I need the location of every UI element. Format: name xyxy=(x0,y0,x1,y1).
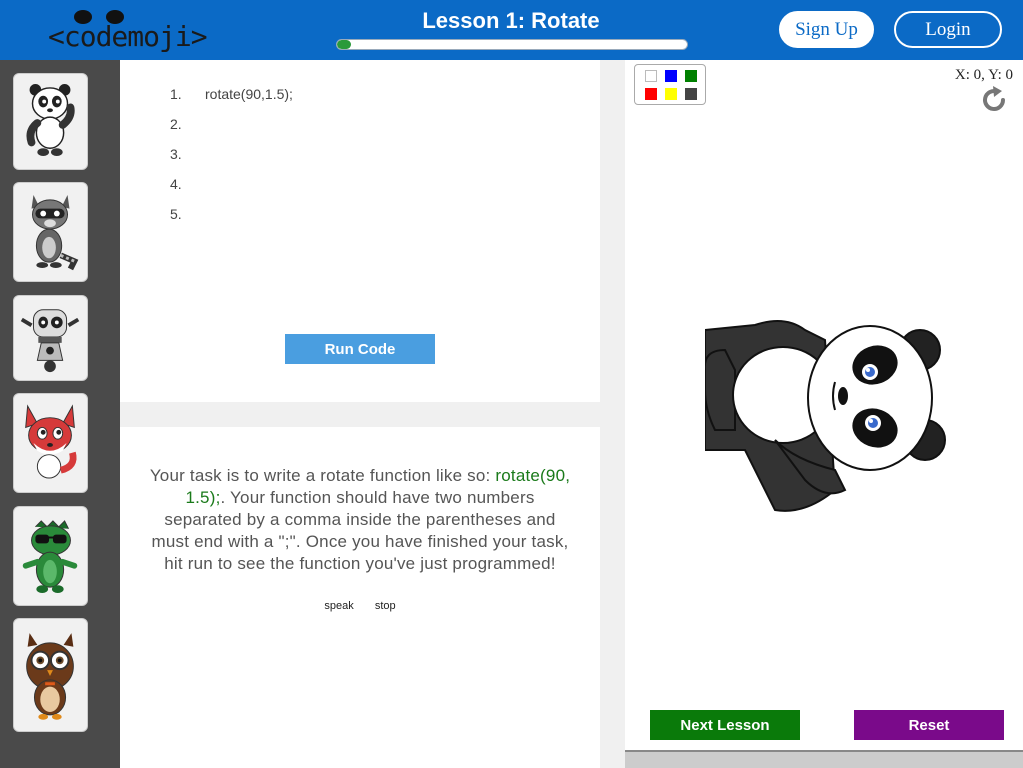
swatch-white[interactable] xyxy=(645,70,657,82)
task-description: Your task is to write a rotate function … xyxy=(146,465,574,575)
character-card-panda[interactable] xyxy=(13,73,88,170)
swatch-red[interactable] xyxy=(645,88,657,100)
top-header: <codemoji> Lesson 1: Rotate Sign Up Logi… xyxy=(0,0,1023,60)
stage-footer-bar xyxy=(625,750,1023,768)
code-editor[interactable]: 1. 2. 3. 4. 5. rotate(90,1.5); Run Code xyxy=(120,60,600,402)
speech-controls: speak stop xyxy=(120,600,600,612)
login-button[interactable]: Login xyxy=(894,11,1002,48)
owl-icon xyxy=(26,633,74,720)
swatch-green[interactable] xyxy=(685,70,697,82)
animation-stage: X: 0, Y: 0 Next Lesson Reset xyxy=(625,60,1023,750)
swatch-yellow[interactable] xyxy=(665,88,677,100)
code-line-1[interactable]: rotate(90,1.5); xyxy=(205,86,293,102)
refresh-icon[interactable] xyxy=(978,84,1010,116)
character-card-raccoon[interactable] xyxy=(13,182,88,282)
robot-icon xyxy=(20,309,80,373)
task-instructions-panel: Your task is to write a rotate function … xyxy=(120,427,600,768)
swatch-dark-gray[interactable] xyxy=(685,88,697,100)
reset-button[interactable]: Reset xyxy=(854,710,1004,740)
lesson-progress-bar xyxy=(336,39,688,50)
stop-button[interactable]: stop xyxy=(375,600,396,612)
progress-fill xyxy=(337,40,351,49)
task-text-before: Your task is to write a rotate function … xyxy=(149,466,496,485)
speak-button[interactable]: speak xyxy=(324,600,353,612)
character-card-dinosaur[interactable] xyxy=(13,506,88,606)
character-card-owl[interactable] xyxy=(13,618,88,732)
sign-up-button[interactable]: Sign Up xyxy=(779,11,874,48)
lesson-title: Lesson 1: Rotate xyxy=(422,8,600,33)
line-number: 1. xyxy=(170,86,182,102)
panda-icon xyxy=(26,84,75,157)
logo-text: <codemoji> xyxy=(48,20,208,53)
line-number: 2. xyxy=(170,116,182,132)
character-card-robot[interactable] xyxy=(13,295,88,381)
character-card-fox[interactable] xyxy=(13,393,88,493)
raccoon-icon xyxy=(31,195,79,271)
fox-icon xyxy=(25,404,77,479)
panda-sprite xyxy=(703,310,949,515)
line-number: 5. xyxy=(170,206,182,222)
line-number: 3. xyxy=(170,146,182,162)
color-palette xyxy=(634,64,706,105)
character-sidebar xyxy=(0,60,120,768)
run-code-button[interactable]: Run Code xyxy=(285,334,435,364)
dinosaur-icon xyxy=(22,520,78,593)
coordinate-readout: X: 0, Y: 0 xyxy=(954,67,1013,83)
swatch-blue[interactable] xyxy=(665,70,677,82)
next-lesson-button[interactable]: Next Lesson xyxy=(650,710,800,740)
line-number: 4. xyxy=(170,176,182,192)
line-numbers: 1. 2. 3. 4. 5. xyxy=(170,86,182,236)
codemoji-logo[interactable]: <codemoji> xyxy=(48,10,208,54)
